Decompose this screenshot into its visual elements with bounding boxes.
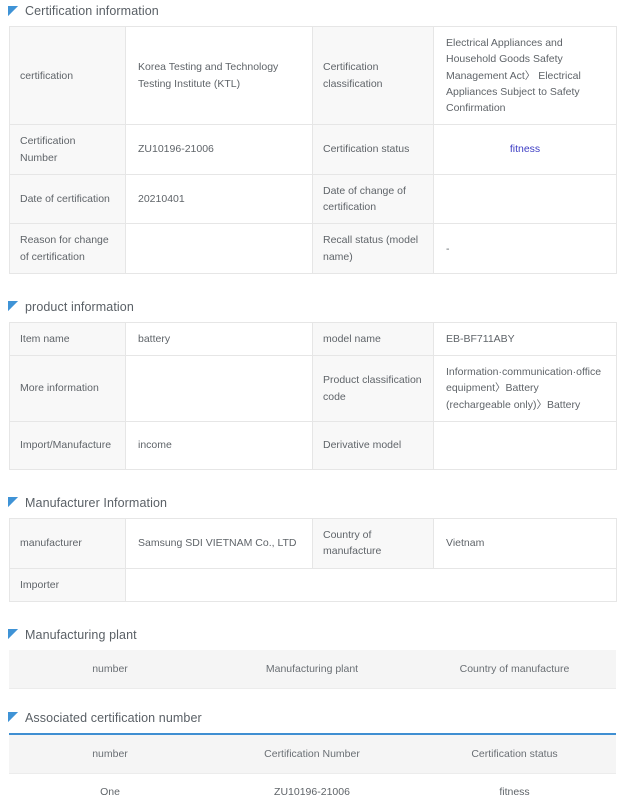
section-header-manufacturing-plant: Manufacturing plant <box>0 624 625 646</box>
section-title-product: product information <box>25 299 134 314</box>
importer-value <box>125 567 617 602</box>
associated-cell-number: One <box>9 773 211 810</box>
certification-table: certification Korea Testing and Technolo… <box>9 25 617 274</box>
table-row[interactable]: One ZU10196-21006 fitness <box>9 773 616 810</box>
table-row: Item name battery model name EB-BF711ABY <box>9 321 617 357</box>
product-table-wrapper: Item name battery model name EB-BF711ABY… <box>9 321 617 470</box>
status-badge[interactable]: fitness <box>444 141 606 157</box>
product-label-more-information: More information <box>9 355 126 422</box>
product-table: Item name battery model name EB-BF711ABY… <box>9 321 617 470</box>
cert-label-date: Date of certification <box>9 173 126 225</box>
table-row: More information Product classification … <box>9 355 617 422</box>
country-of-manufacture-label: Country of manufacture <box>312 517 434 569</box>
cert-value-change-reason <box>125 223 313 274</box>
column-header-number[interactable]: number <box>9 733 211 774</box>
cert-label-recall-status: Recall status (model name) <box>312 223 434 274</box>
product-label-item-name: Item name <box>9 321 126 357</box>
section-title-manufacturing-plant: Manufacturing plant <box>25 627 137 642</box>
table-row: certification Korea Testing and Technolo… <box>9 25 617 126</box>
associated-table-body: One ZU10196-21006 fitness <box>9 773 616 810</box>
certification-detail-page: Certification information certification … <box>0 0 625 810</box>
table-row: Importer <box>9 567 617 602</box>
column-header-number[interactable]: number <box>9 649 211 689</box>
product-value-more-information <box>125 355 313 422</box>
cert-label-change-date: Date of change of certification <box>312 173 434 225</box>
flag-marker-icon <box>8 629 19 640</box>
flag-marker-icon <box>8 301 19 312</box>
cert-value-recall-status: - <box>433 223 617 274</box>
cert-label-change-reason: Reason for change of certification <box>9 223 126 274</box>
associated-cell-certification-number: ZU10196-21006 <box>211 773 413 810</box>
associated-table-wrapper: number Certification Number Certificatio… <box>9 732 616 810</box>
cert-value-certification: Korea Testing and Technology Testing Ins… <box>125 25 313 126</box>
cert-label-number: Certification Number <box>9 124 126 175</box>
table-row: Reason for change of certification Recal… <box>9 223 617 274</box>
column-header-certification-number[interactable]: Certification Number <box>211 733 413 774</box>
cert-value-classification: Electrical Appliances and Household Good… <box>433 25 617 126</box>
cert-label-classification: Certification classification <box>312 25 434 126</box>
product-value-import-manufacture: income <box>125 420 313 470</box>
section-title-certification: Certification information <box>25 4 159 18</box>
country-of-manufacture-value: Vietnam <box>433 517 617 569</box>
table-row: Certification Number ZU10196-21006 Certi… <box>9 124 617 175</box>
section-header-manufacturer: Manufacturer Information <box>0 492 625 514</box>
product-value-model-name: EB-BF711ABY <box>433 321 617 357</box>
product-label-classification-code: Product classification code <box>312 355 434 422</box>
product-label-model-name: model name <box>312 321 434 357</box>
product-value-item-name: battery <box>125 321 313 357</box>
table-row: Import/Manufacture income Derivative mod… <box>9 420 617 470</box>
column-header-plant[interactable]: Manufacturing plant <box>211 649 413 689</box>
flag-marker-icon <box>8 5 19 16</box>
cert-label-status: Certification status <box>312 124 434 175</box>
cert-label-certification: certification <box>9 25 126 126</box>
cert-value-change-date <box>433 173 617 225</box>
manufacturer-table-wrapper: manufacturer Samsung SDI VIETNAM Co., LT… <box>9 517 617 602</box>
table-header-row: number Certification Number Certificatio… <box>9 733 616 774</box>
column-header-certification-status[interactable]: Certification status <box>413 733 616 774</box>
section-header-certification: Certification information <box>0 0 625 22</box>
flag-marker-icon <box>8 497 19 508</box>
product-label-import-manufacture: Import/Manufacture <box>9 420 126 470</box>
product-value-derivative-model <box>433 420 617 470</box>
associated-certification-table: number Certification Number Certificatio… <box>9 732 616 810</box>
cert-value-date: 20210401 <box>125 173 313 225</box>
manufacturer-label: manufacturer <box>9 517 126 569</box>
cert-value-number: ZU10196-21006 <box>125 124 313 175</box>
table-header-row: number Manufacturing plant Country of ma… <box>9 649 616 689</box>
cert-value-status-cell: fitness <box>433 124 617 175</box>
manufacturer-table: manufacturer Samsung SDI VIETNAM Co., LT… <box>9 517 617 602</box>
certification-table-wrapper: certification Korea Testing and Technolo… <box>9 25 617 274</box>
associated-cell-certification-status: fitness <box>413 773 616 810</box>
section-title-associated: Associated certification number <box>25 710 202 725</box>
section-header-associated: Associated certification number <box>0 707 625 729</box>
manufacturing-plant-table: number Manufacturing plant Country of ma… <box>9 649 616 689</box>
product-label-derivative-model: Derivative model <box>312 420 434 470</box>
manufacturer-value: Samsung SDI VIETNAM Co., LTD <box>125 517 313 569</box>
flag-marker-icon <box>8 712 19 723</box>
table-row: manufacturer Samsung SDI VIETNAM Co., LT… <box>9 517 617 569</box>
importer-label: Importer <box>9 567 126 602</box>
manufacturing-plant-table-wrapper: number Manufacturing plant Country of ma… <box>9 649 616 689</box>
column-header-country[interactable]: Country of manufacture <box>413 649 616 689</box>
product-value-classification-code: Information·communication·office equipme… <box>433 355 617 422</box>
section-header-product: product information <box>0 296 625 318</box>
section-title-manufacturer: Manufacturer Information <box>25 495 168 510</box>
table-row: Date of certification 20210401 Date of c… <box>9 173 617 225</box>
